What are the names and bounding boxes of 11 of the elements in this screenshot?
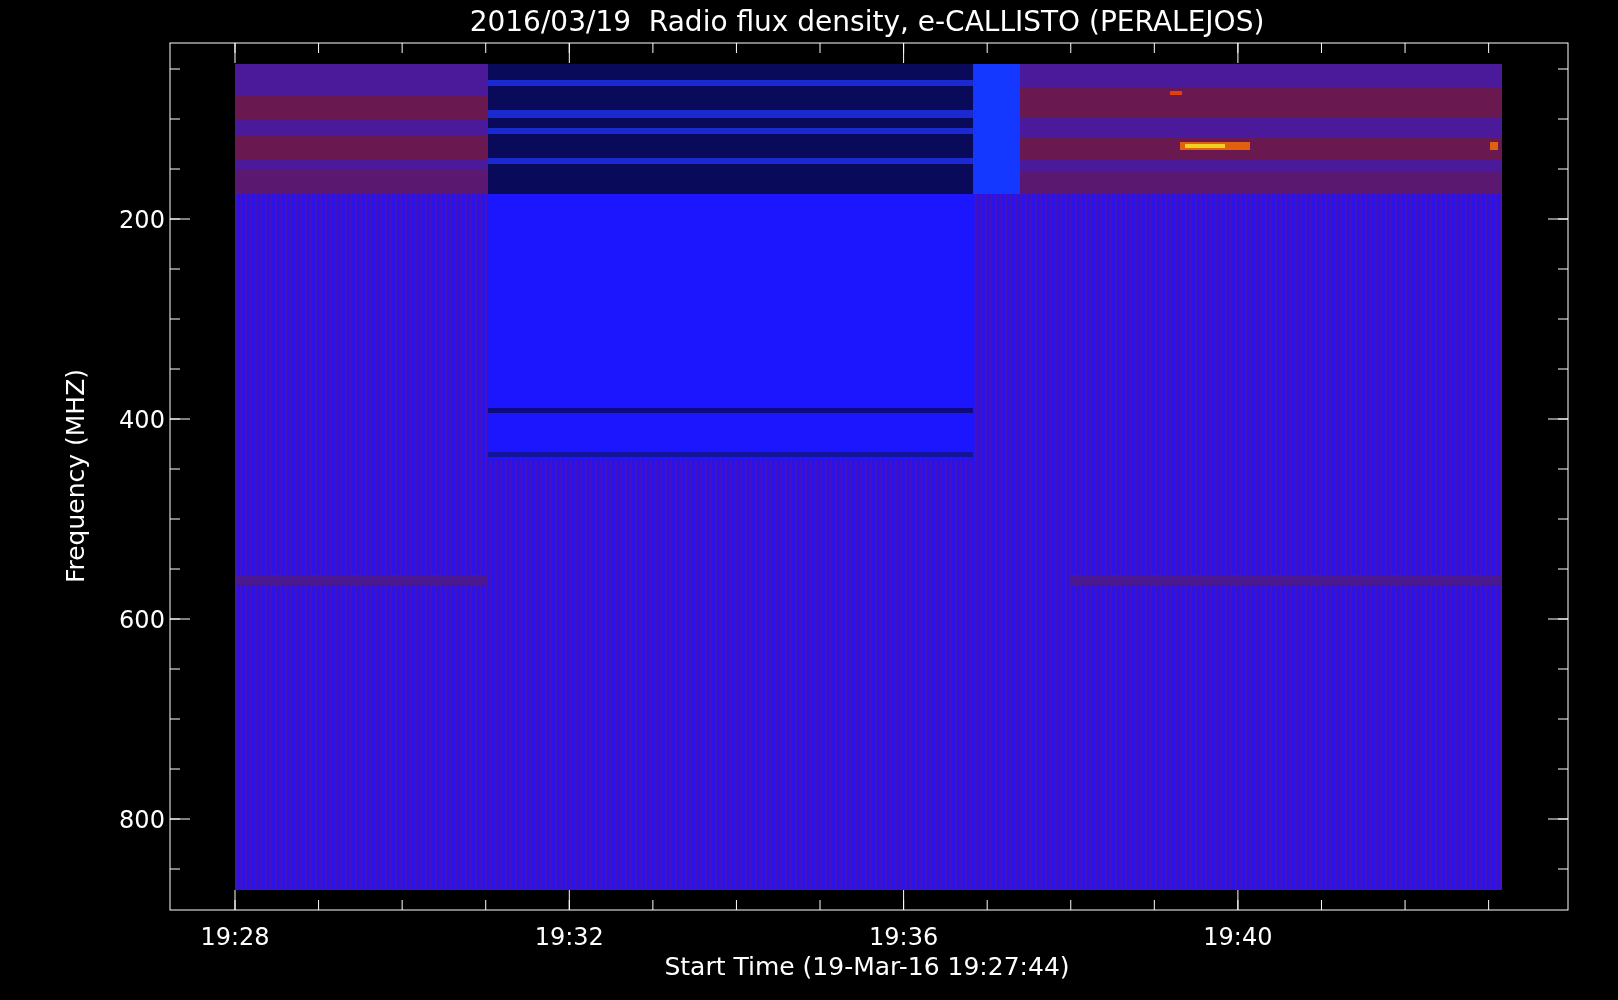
y-tick-label: 800: [119, 806, 165, 834]
y-tick-label: 200: [119, 206, 165, 234]
y-tick-label: 600: [119, 606, 165, 634]
y-tick-label: 400: [119, 406, 165, 434]
x-tick-label: 19:40: [1203, 923, 1273, 951]
plot-title: 2016/03/19 Radio flux density, e-CALLISTO (PERALEJOS): [469, 5, 1265, 38]
x-tick-label: 19:36: [869, 923, 939, 951]
x-tick-label: 19:32: [534, 923, 604, 951]
y-axis-label: Frequency (MHZ): [61, 368, 90, 584]
x-axis-label: Start Time (19-Mar-16 19:27:44): [664, 952, 1070, 981]
x-tick-label: 19:28: [200, 923, 270, 951]
